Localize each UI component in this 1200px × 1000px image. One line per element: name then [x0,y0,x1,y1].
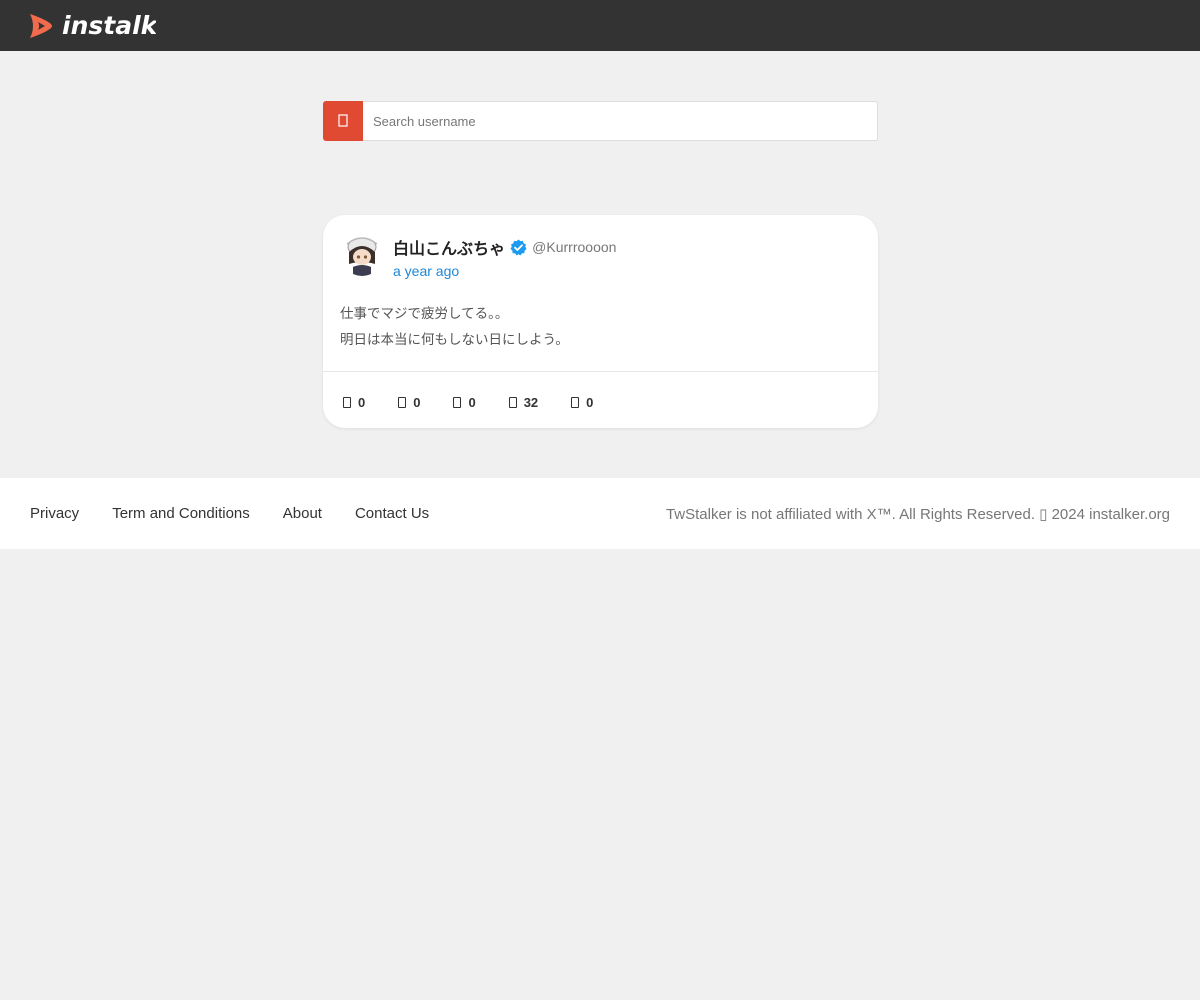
stat-value: 0 [358,394,366,410]
view-icon [571,396,580,408]
stat-views[interactable]: 0 [571,395,593,410]
stat-retweets[interactable]: 0 [398,395,420,410]
avatar[interactable] [341,234,383,276]
tweet-text-line: 仕事でマジで疲労してる。。 [340,306,509,321]
footer-link-terms[interactable]: Term and Conditions [112,505,250,522]
logo-text: instalk [62,11,156,40]
author-handle[interactable]: @Kurrroooon [532,239,616,255]
tweet-author: 白山こんぶちゃ @Kurrroooon [393,236,616,258]
author-name[interactable]: 白山こんぶちゃ [393,235,505,259]
footer-copyright: TwStalker is not affiliated with X™. All… [665,505,1170,523]
stat-value: 0 [468,394,476,410]
quote-icon [453,396,462,408]
stat-value: 0 [586,394,594,410]
reply-icon [343,396,351,408]
search-bar [323,101,878,141]
tweet-card: 白山こんぶちゃ @Kurrroooon a year ago 仕事でマジで疲労し… [323,215,878,428]
footer-link-privacy[interactable]: Privacy [30,505,79,522]
site-logo[interactable]: instalk [28,11,156,41]
like-icon [508,396,517,408]
footer-link-about[interactable]: About [283,505,322,522]
card-divider [323,371,878,372]
search-button[interactable] [323,101,363,141]
search-input[interactable] [363,101,878,141]
top-bar: instalk [0,0,1200,51]
tweet-text: 仕事でマジで疲労してる。。 明日は本当に何もしない日にしよう。 [340,301,860,353]
stat-value: 0 [413,394,421,410]
avatar-image [341,234,383,276]
footer-link-contact[interactable]: Contact Us [355,505,429,522]
retweet-icon [398,396,407,408]
stat-quotes[interactable]: 0 [453,394,476,410]
tweet-text-line: 明日は本当に何もしない日にしよう。 [340,332,569,347]
footer-nav: Privacy Term and Conditions About Contac… [30,478,462,549]
search-icon [337,114,348,127]
stat-replies[interactable]: 0 [343,395,365,410]
stat-value: 32 [523,394,539,410]
footer: Privacy Term and Conditions About Contac… [0,478,1200,549]
tweet-stats: 0 0 0 32 0 [343,391,626,413]
play-arrow-logo-icon [30,14,52,38]
stat-likes[interactable]: 32 [508,394,539,410]
verified-badge-icon [510,239,527,255]
tweet-timestamp[interactable]: a year ago [393,263,459,279]
